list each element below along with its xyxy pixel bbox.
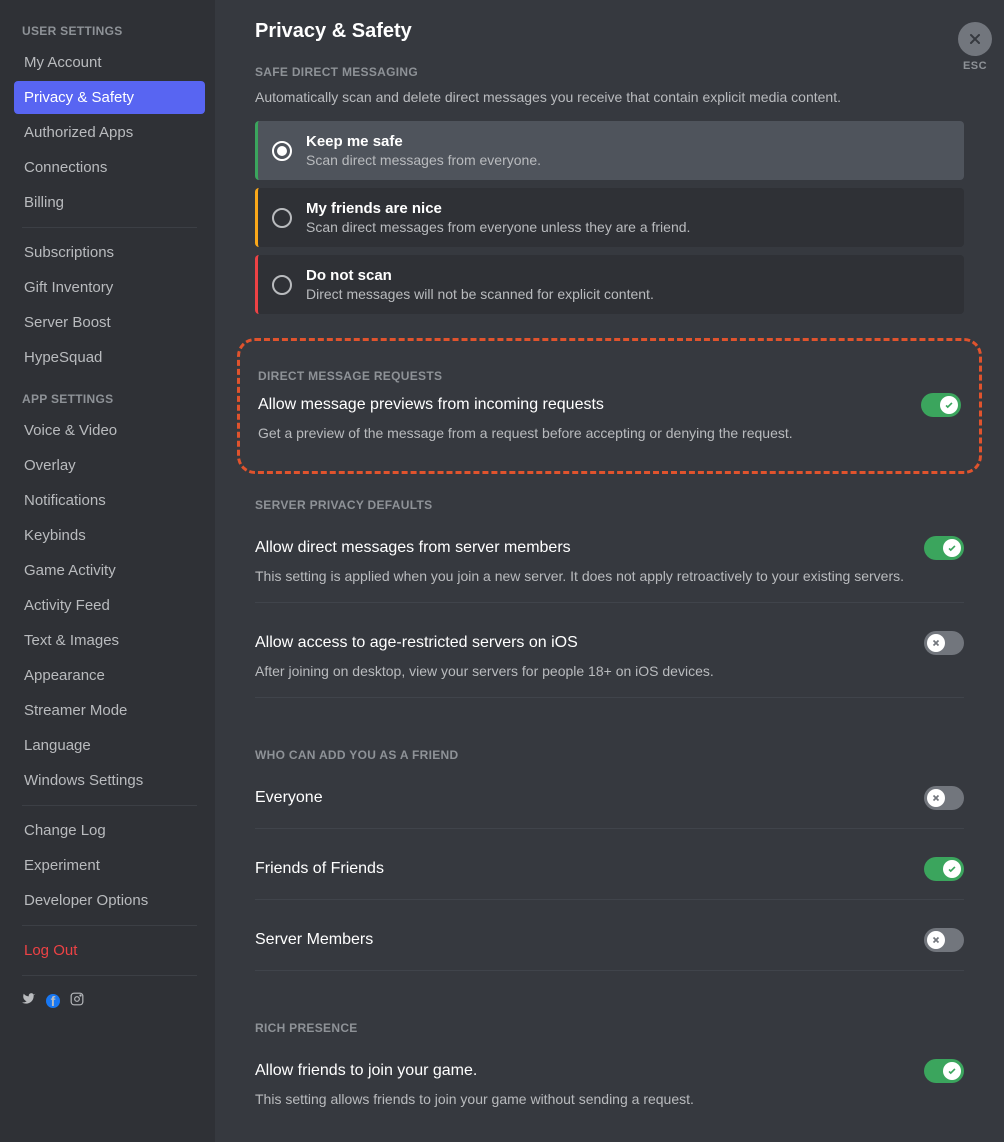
page-title: Privacy & Safety	[255, 20, 964, 43]
sidebar-item-notifications[interactable]: Notifications	[14, 484, 205, 517]
allow-server-dms-title: Allow direct messages from server member…	[255, 539, 571, 557]
sidebar-item-my-account[interactable]: My Account	[14, 46, 205, 79]
radio-keep-me-safe[interactable]: Keep me safe Scan direct messages from e…	[255, 121, 964, 180]
settings-sidebar: USER SETTINGS My Account Privacy & Safet…	[0, 0, 215, 1142]
allow-server-dms-sub: This setting is applied when you join a …	[255, 568, 964, 584]
server-privacy-heading: SERVER PRIVACY DEFAULTS	[255, 498, 964, 512]
friend-fof-title: Friends of Friends	[255, 860, 384, 878]
radio-icon	[272, 208, 292, 228]
safe-dm-heading: SAFE DIRECT MESSAGING	[255, 65, 964, 79]
friend-server-members-title: Server Members	[255, 931, 373, 949]
check-icon	[943, 860, 961, 878]
x-icon	[927, 789, 945, 807]
row-divider	[255, 828, 964, 829]
sidebar-item-gift-inventory[interactable]: Gift Inventory	[14, 271, 205, 304]
sidebar-item-text-images[interactable]: Text & Images	[14, 624, 205, 657]
safe-dm-desc: Automatically scan and delete direct mes…	[255, 89, 964, 105]
sidebar-item-keybinds[interactable]: Keybinds	[14, 519, 205, 552]
radio-sub: Direct messages will not be scanned for …	[306, 286, 950, 302]
radio-icon	[272, 141, 292, 161]
sidebar-item-language[interactable]: Language	[14, 729, 205, 762]
sidebar-divider	[22, 925, 197, 926]
sidebar-item-privacy-safety[interactable]: Privacy & Safety	[14, 81, 205, 114]
sidebar-item-change-log[interactable]: Change Log	[14, 814, 205, 847]
radio-icon	[272, 275, 292, 295]
dm-requests-sub: Get a preview of the message from a requ…	[258, 425, 961, 441]
check-icon	[943, 539, 961, 557]
sidebar-heading-user: USER SETTINGS	[14, 20, 205, 42]
highlighted-dm-requests: DIRECT MESSAGE REQUESTS Allow message pr…	[237, 338, 982, 474]
sidebar-item-appearance[interactable]: Appearance	[14, 659, 205, 692]
rich-sub: This setting allows friends to join your…	[255, 1091, 964, 1107]
radio-title: Do not scan	[306, 267, 950, 284]
social-links: f	[14, 984, 205, 1017]
toggle-allow-server-dms[interactable]	[924, 536, 964, 560]
age-restricted-ios-sub: After joining on desktop, view your serv…	[255, 663, 964, 679]
check-icon	[940, 396, 958, 414]
row-divider	[255, 899, 964, 900]
age-restricted-ios-title: Allow access to age-restricted servers o…	[255, 634, 578, 652]
sidebar-heading-app: APP SETTINGS	[14, 388, 205, 410]
sidebar-item-hypesquad[interactable]: HypeSquad	[14, 341, 205, 374]
sidebar-item-voice-video[interactable]: Voice & Video	[14, 414, 205, 447]
toggle-friends-of-friends[interactable]	[924, 857, 964, 881]
dm-requests-heading: DIRECT MESSAGE REQUESTS	[258, 369, 961, 383]
rich-heading: RICH PRESENCE	[255, 1021, 964, 1035]
section-server-privacy: SERVER PRIVACY DEFAULTS Allow direct mes…	[255, 498, 964, 712]
sidebar-item-billing[interactable]: Billing	[14, 186, 205, 219]
radio-title: My friends are nice	[306, 200, 950, 217]
row-divider	[255, 970, 964, 971]
sidebar-divider	[22, 805, 197, 806]
sidebar-item-streamer-mode[interactable]: Streamer Mode	[14, 694, 205, 727]
sidebar-item-game-activity[interactable]: Game Activity	[14, 554, 205, 587]
toggle-allow-message-previews[interactable]	[921, 393, 961, 417]
toggle-friend-everyone[interactable]	[924, 786, 964, 810]
close-icon	[958, 22, 992, 56]
radio-do-not-scan[interactable]: Do not scan Direct messages will not be …	[255, 255, 964, 314]
section-who-can-add: WHO CAN ADD YOU AS A FRIEND Everyone Fri…	[255, 748, 964, 985]
toggle-friends-join-game[interactable]	[924, 1059, 964, 1083]
x-icon	[927, 931, 945, 949]
radio-sub: Scan direct messages from everyone.	[306, 152, 950, 168]
sidebar-item-subscriptions[interactable]: Subscriptions	[14, 236, 205, 269]
sidebar-item-experiment[interactable]: Experiment	[14, 849, 205, 882]
radio-sub: Scan direct messages from everyone unles…	[306, 219, 950, 235]
radio-title: Keep me safe	[306, 133, 950, 150]
sidebar-item-overlay[interactable]: Overlay	[14, 449, 205, 482]
radio-friends-nice[interactable]: My friends are nice Scan direct messages…	[255, 188, 964, 247]
row-divider	[255, 602, 964, 603]
sidebar-item-server-boost[interactable]: Server Boost	[14, 306, 205, 339]
instagram-icon[interactable]	[70, 992, 84, 1009]
settings-content: ESC Privacy & Safety SAFE DIRECT MESSAGI…	[215, 0, 1004, 1142]
sidebar-item-windows-settings[interactable]: Windows Settings	[14, 764, 205, 797]
twitter-icon[interactable]	[22, 992, 36, 1009]
facebook-icon[interactable]: f	[46, 994, 60, 1008]
sidebar-divider	[22, 975, 197, 976]
row-divider	[255, 697, 964, 698]
section-safe-dm: SAFE DIRECT MESSAGING Automatically scan…	[255, 65, 964, 314]
sidebar-divider	[22, 227, 197, 228]
sidebar-item-connections[interactable]: Connections	[14, 151, 205, 184]
sidebar-item-logout[interactable]: Log Out	[14, 934, 205, 967]
esc-label: ESC	[958, 60, 992, 72]
sidebar-item-activity-feed[interactable]: Activity Feed	[14, 589, 205, 622]
close-button[interactable]: ESC	[958, 22, 992, 72]
check-icon	[943, 1062, 961, 1080]
x-icon	[927, 634, 945, 652]
friends-heading: WHO CAN ADD YOU AS A FRIEND	[255, 748, 964, 762]
section-rich-presence: RICH PRESENCE Allow friends to join your…	[255, 1021, 964, 1107]
rich-title: Allow friends to join your game.	[255, 1062, 477, 1080]
sidebar-item-developer-options[interactable]: Developer Options	[14, 884, 205, 917]
toggle-server-members[interactable]	[924, 928, 964, 952]
toggle-age-restricted-ios[interactable]	[924, 631, 964, 655]
dm-requests-title: Allow message previews from incoming req…	[258, 396, 604, 414]
friend-everyone-title: Everyone	[255, 789, 323, 807]
sidebar-item-authorized-apps[interactable]: Authorized Apps	[14, 116, 205, 149]
